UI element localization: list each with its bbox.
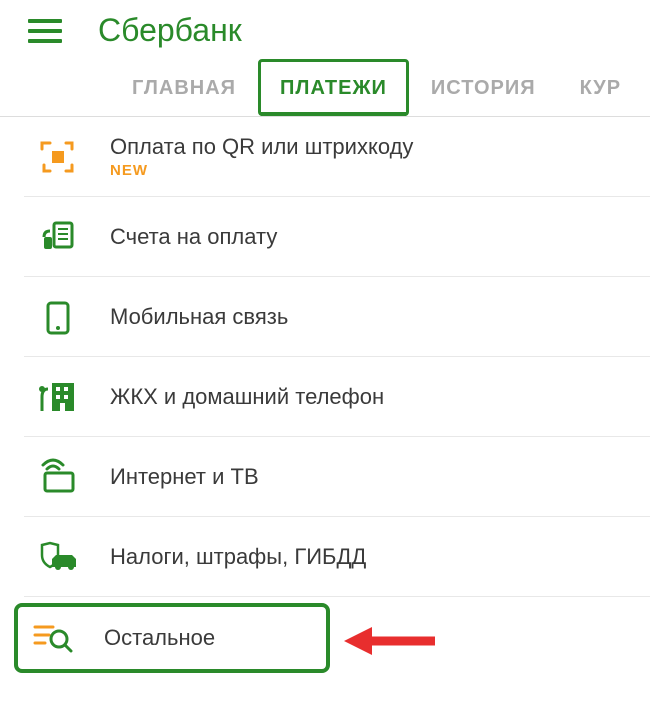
qr-icon <box>24 137 92 177</box>
item-label: Остальное <box>104 625 316 651</box>
car-shield-icon <box>24 537 92 577</box>
item-label: Интернет и ТВ <box>110 464 640 490</box>
list-item[interactable]: Интернет и ТВ <box>24 437 650 517</box>
payments-list: Оплата по QR или штрихкоду NEW Счета на … <box>0 117 650 673</box>
item-label: Счета на оплату <box>110 224 640 250</box>
tab-history[interactable]: ИСТОРИЯ <box>409 59 558 116</box>
list-item[interactable]: Счета на оплату <box>24 197 650 277</box>
item-label: ЖКХ и домашний телефон <box>110 384 640 410</box>
item-label: Оплата по QR или штрихкоду <box>110 134 640 160</box>
list-item[interactable]: ЖКХ и домашний телефон <box>24 357 650 437</box>
tab-bar: ГЛАВНАЯ ПЛАТЕЖИ ИСТОРИЯ КУР <box>0 59 650 117</box>
tab-main[interactable]: ГЛАВНАЯ <box>110 59 258 116</box>
tab-rates[interactable]: КУР <box>558 59 644 116</box>
item-label: Мобильная связь <box>110 304 640 330</box>
menu-icon[interactable] <box>28 19 62 43</box>
item-label: Налоги, штрафы, ГИБДД <box>110 544 640 570</box>
internet-icon <box>24 457 92 497</box>
arrow-annotation-icon <box>340 621 440 666</box>
mobile-icon <box>24 297 92 337</box>
search-list-icon <box>18 619 86 657</box>
list-item[interactable]: Мобильная связь <box>24 277 650 357</box>
list-item-other[interactable]: Остальное <box>14 603 330 673</box>
tab-payments[interactable]: ПЛАТЕЖИ <box>258 59 409 116</box>
app-title: Сбербанк <box>98 12 242 49</box>
list-item[interactable]: Оплата по QR или штрихкоду NEW <box>24 117 650 197</box>
invoice-icon <box>24 217 92 257</box>
list-item[interactable]: Налоги, штрафы, ГИБДД <box>24 517 650 597</box>
app-header: Сбербанк <box>0 0 650 59</box>
building-icon <box>24 377 92 417</box>
new-badge: NEW <box>110 162 640 179</box>
